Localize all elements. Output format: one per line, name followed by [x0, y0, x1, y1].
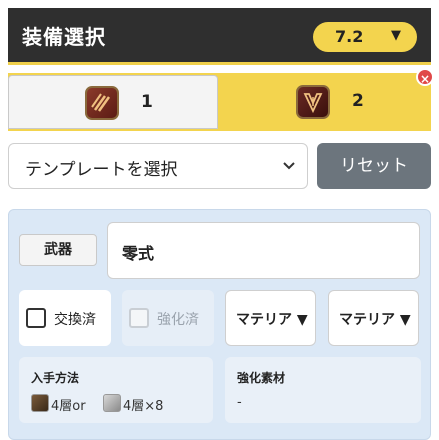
tab-number: 2 — [352, 91, 364, 111]
checkbox-square-disabled — [129, 308, 149, 328]
caret-down-icon: ▼ — [391, 28, 401, 43]
materia-select-1-value: マテリア ▼ — [236, 312, 308, 328]
checkbox-square[interactable] — [26, 308, 46, 328]
raid-coffer-icon — [31, 394, 49, 412]
exchanged-checkbox[interactable]: 交換済 — [19, 290, 111, 346]
chevron-down-icon — [283, 162, 295, 170]
materia-select-2-value: マテリア ▼ — [339, 312, 411, 328]
dark-knight-icon — [296, 85, 330, 119]
reset-button[interactable]: リセット — [317, 143, 431, 189]
close-icon[interactable]: × — [416, 68, 434, 86]
page-title: 装備選択 — [22, 25, 106, 49]
exchanged-label: 交換済 — [54, 312, 96, 328]
enhance-value: - — [237, 395, 242, 410]
acquisition-method-2: 4層×8 — [123, 399, 164, 414]
item-name-field[interactable]: 零式 — [107, 222, 420, 279]
tab-job-2[interactable]: 2 × — [222, 68, 434, 129]
enhancement-box: 強化素材 - — [225, 357, 421, 423]
tab-number: 1 — [141, 92, 153, 112]
acquisition-heading: 入手方法 — [31, 371, 80, 385]
item-name-value: 零式 — [122, 244, 155, 263]
version-select[interactable]: 7.2 ▼ — [313, 22, 417, 52]
job-tabs: 1 2 × — [8, 68, 434, 131]
template-select-value: テンプレートを選択 — [25, 160, 178, 180]
slot-label[interactable]: 武器 — [19, 234, 97, 266]
enhanced-label: 強化済 — [157, 312, 199, 328]
materia-select-1[interactable]: マテリア ▼ — [225, 290, 316, 346]
enhance-heading: 強化素材 — [237, 371, 286, 385]
bard-icon — [85, 86, 119, 120]
acquisition-method-1: 4層or — [51, 399, 86, 414]
acquisition-box: 入手方法 4層or 4層×8 — [19, 357, 213, 423]
equipment-slot-panel: 武器 零式 交換済 強化済 マテリア ▼ マテリア ▼ 入手方法 4層or 4層… — [8, 209, 431, 440]
token-icon — [103, 394, 121, 412]
tab-job-1[interactable]: 1 — [8, 75, 218, 129]
template-select[interactable]: テンプレートを選択 — [8, 143, 308, 189]
version-value: 7.2 — [335, 27, 364, 46]
materia-select-2[interactable]: マテリア ▼ — [328, 290, 419, 346]
enhanced-checkbox: 強化済 — [122, 290, 214, 346]
app-header: 装備選択 7.2 ▼ — [8, 8, 431, 65]
